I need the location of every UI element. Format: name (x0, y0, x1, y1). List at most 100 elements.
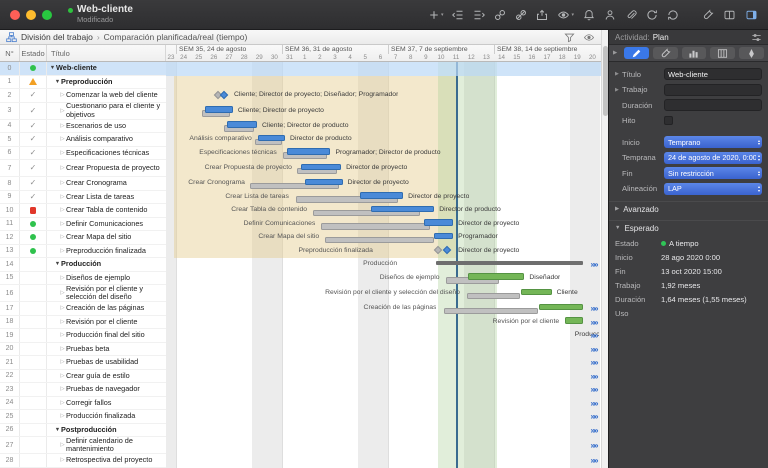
gantt-bar[interactable] (325, 237, 434, 244)
gantt-row[interactable]: Producción final del sitio»» (166, 329, 601, 343)
fin-select[interactable]: Sin restricción▴▾ (664, 167, 762, 179)
share-icon[interactable] (536, 9, 548, 21)
gantt-milestone[interactable] (220, 91, 228, 99)
notifications-icon[interactable] (583, 9, 595, 21)
gantt-bar[interactable] (205, 106, 233, 113)
link-icon[interactable] (494, 9, 506, 21)
expand-icon[interactable]: ▷ (59, 180, 66, 186)
view-options-icon[interactable]: ▾ (557, 9, 574, 21)
gantt-row[interactable]: Revisión por el cliente y selección del … (166, 285, 601, 302)
outline-outdent-icon[interactable] (452, 9, 464, 21)
gantt-row[interactable]: Producción»» (166, 258, 601, 272)
gantt-row[interactable]: »» (166, 383, 601, 397)
gantt-row[interactable]: Preproducción finalizadaDirector de proy… (166, 245, 601, 259)
gantt-milestone[interactable] (434, 246, 442, 254)
offscreen-indicator[interactable]: »» (591, 399, 597, 408)
titulo-field[interactable]: Web-cliente (664, 68, 762, 80)
gantt-row[interactable]: Cliente; Director de proyecto (166, 103, 601, 120)
offscreen-indicator[interactable]: »» (591, 426, 597, 435)
table-row[interactable]: 10▷Crear Tabla de contenido (0, 204, 166, 218)
expand-icon[interactable]: ▷ (59, 248, 66, 254)
vertical-scrollbar[interactable] (601, 30, 608, 468)
inspector-tab-edit[interactable] (624, 47, 649, 59)
expand-icon[interactable]: ▷ (59, 136, 66, 142)
inicio-select[interactable]: Temprano▴▾ (664, 136, 762, 148)
section-avanzado[interactable]: ▶ Avanzado (609, 201, 768, 217)
gantt-row[interactable]: Crear Lista de tareasDirector de proyect… (166, 191, 601, 205)
expand-icon[interactable]: ▷ (59, 221, 66, 227)
table-row[interactable]: 22▷Crear guía de estilo (0, 370, 166, 384)
gantt-bar[interactable] (360, 192, 403, 199)
table-row[interactable]: 17▷Creación de las páginas (0, 302, 166, 316)
table-row[interactable]: 18▷Revisión por el cliente (0, 316, 166, 330)
gantt-row[interactable]: Definir ComunicacionesDirector de proyec… (166, 218, 601, 232)
gantt-summary-bar[interactable] (436, 261, 583, 265)
eye-icon[interactable] (583, 32, 595, 43)
unlink-icon[interactable] (515, 9, 527, 21)
expand-icon[interactable]: ▷ (59, 346, 66, 352)
table-row[interactable]: 15▷Diseños de ejemplo (0, 272, 166, 286)
gantt-row[interactable]: Análisis comparativoDirector de producto (166, 133, 601, 147)
expand-icon[interactable]: ▷ (59, 92, 66, 98)
view-settings-icon[interactable] (751, 32, 762, 43)
attachments-icon[interactable] (625, 9, 637, 21)
inspector-tab-columns[interactable] (710, 47, 735, 59)
gantt-row[interactable]: »» (166, 370, 601, 384)
expand-icon[interactable]: ▷ (59, 108, 66, 114)
table-row[interactable]: 12▷Crear Mapa del sitio (0, 231, 166, 245)
duracion-field[interactable] (664, 99, 762, 111)
hito-checkbox[interactable] (664, 116, 673, 125)
gantt-bar[interactable] (521, 289, 551, 296)
gantt-bar[interactable] (565, 317, 583, 324)
gantt-bar[interactable] (424, 219, 453, 226)
expand-icon[interactable]: ▷ (59, 332, 66, 338)
expand-icon[interactable]: ▷ (59, 359, 66, 365)
expand-icon[interactable]: ▷ (59, 194, 66, 200)
expand-icon[interactable]: ▷ (59, 305, 66, 311)
expand-icon[interactable]: ▷ (59, 386, 66, 392)
expand-icon[interactable]: ▷ (59, 165, 66, 171)
gantt-row[interactable]: Crear Propuesta de proyectoDirector de p… (166, 160, 601, 177)
gantt-row[interactable] (166, 62, 601, 76)
gantt-bar[interactable] (434, 233, 453, 240)
table-row[interactable]: 19▷Producción final del sitio (0, 329, 166, 343)
gantt-bar[interactable] (227, 121, 257, 128)
gantt-row[interactable]: »» (166, 343, 601, 357)
split-window-icon[interactable] (723, 9, 736, 21)
expand-icon[interactable]: ▷ (59, 400, 66, 406)
close-window-button[interactable] (10, 10, 20, 20)
inspector-tab-plan[interactable] (653, 47, 678, 59)
gantt-bar[interactable] (468, 273, 524, 280)
tools-icon[interactable] (702, 9, 714, 21)
gantt-bar[interactable] (258, 135, 285, 142)
expand-icon[interactable]: ▷ (59, 319, 66, 325)
offscreen-indicator[interactable]: »» (591, 456, 597, 465)
refresh-icon[interactable] (667, 9, 679, 21)
table-row[interactable]: 8✓▷Crear Cronograma (0, 177, 166, 191)
gantt-row[interactable]: Crear CronogramaDirector de proyecto (166, 177, 601, 191)
table-row[interactable]: 7✓▷Crear Propuesta de proyecto (0, 160, 166, 177)
filter-icon[interactable] (564, 32, 575, 43)
disclosure-icon[interactable]: ▶ (615, 71, 620, 77)
gantt-bar[interactable] (371, 206, 434, 213)
gantt-row[interactable]: Crear Mapa del sitioProgramador (166, 231, 601, 245)
collapse-icon[interactable]: ▼ (54, 261, 61, 267)
table-row[interactable]: 24▷Corregir fallos (0, 397, 166, 411)
table-row[interactable]: 23▷Pruebas de navegador (0, 383, 166, 397)
gantt-row[interactable]: Revisión por el cliente»» (166, 316, 601, 330)
minimize-window-button[interactable] (26, 10, 36, 20)
table-row[interactable]: 13▷Preproducción finalizada (0, 245, 166, 259)
expand-icon[interactable]: ▷ (59, 123, 66, 129)
collapse-icon[interactable]: ▼ (54, 79, 61, 85)
table-row[interactable]: 28▷Retrospectiva del proyecto (0, 454, 166, 468)
column-header-n[interactable]: N° (0, 45, 20, 61)
offscreen-indicator[interactable]: »» (591, 318, 597, 327)
offscreen-indicator[interactable]: »» (591, 412, 597, 421)
sync-icon[interactable] (646, 9, 658, 21)
expand-icon[interactable]: ▷ (59, 290, 66, 296)
expand-icon[interactable]: ▷ (59, 150, 66, 156)
table-row[interactable]: 16▷Revisión por el cliente y selección d… (0, 285, 166, 302)
table-row[interactable]: 9✓▷Crear Lista de tareas (0, 191, 166, 205)
collapse-inspector-icon[interactable]: ▶ (613, 50, 620, 56)
gantt-row[interactable]: »» (166, 424, 601, 438)
